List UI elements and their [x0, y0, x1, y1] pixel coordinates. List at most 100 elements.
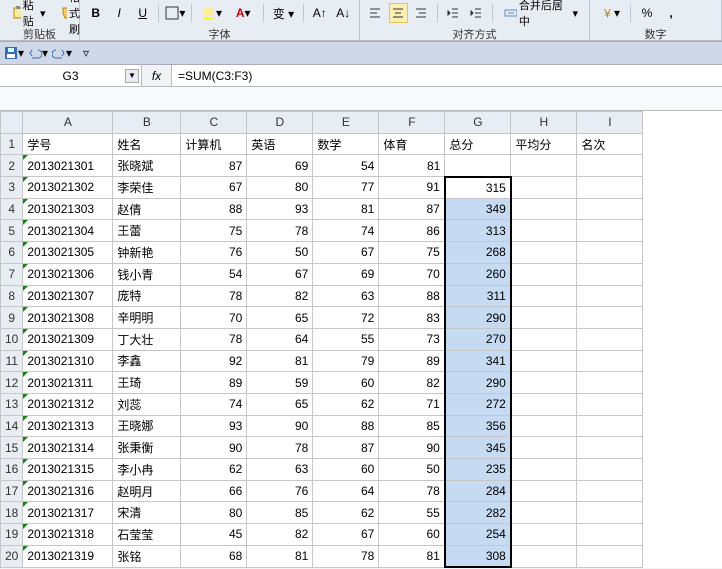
cell[interactable]	[577, 502, 643, 524]
name-box[interactable]: G3 ▼	[0, 65, 142, 86]
border-button[interactable]: ▾	[165, 3, 185, 23]
row-header-11[interactable]: 11	[1, 350, 23, 372]
cell[interactable]	[445, 155, 511, 177]
cell[interactable]: 钱小青	[113, 263, 181, 285]
cell[interactable]: 50	[247, 242, 313, 264]
header-cell[interactable]: 总分	[445, 133, 511, 155]
cell[interactable]: 64	[313, 480, 379, 502]
row-header-12[interactable]: 12	[1, 372, 23, 394]
cell[interactable]: 82	[247, 524, 313, 546]
cell[interactable]: 67	[247, 263, 313, 285]
cell[interactable]: 345	[445, 437, 511, 459]
font-color-button[interactable]: A▾	[230, 3, 257, 23]
cell[interactable]	[511, 328, 577, 350]
cell[interactable]: 70	[379, 263, 445, 285]
cell[interactable]: 74	[313, 220, 379, 242]
cell[interactable]	[577, 220, 643, 242]
cell[interactable]: 2013021318	[23, 524, 113, 546]
cell[interactable]: 庞特	[113, 285, 181, 307]
cell[interactable]: 311	[445, 285, 511, 307]
cell[interactable]: 2013021319	[23, 545, 113, 567]
cell[interactable]: 王蕾	[113, 220, 181, 242]
col-header-D[interactable]: D	[247, 112, 313, 134]
spreadsheet-grid[interactable]: ABCDEFGHI1学号姓名计算机英语数学体育总分平均分名次2201302130…	[0, 111, 722, 568]
row-header-15[interactable]: 15	[1, 437, 23, 459]
cell[interactable]: 59	[247, 372, 313, 394]
cell[interactable]: 63	[313, 285, 379, 307]
row-header-8[interactable]: 8	[1, 285, 23, 307]
cell[interactable]: 87	[379, 198, 445, 220]
cell[interactable]: 丁大壮	[113, 328, 181, 350]
cell[interactable]	[511, 198, 577, 220]
cell[interactable]: 2013021314	[23, 437, 113, 459]
cell[interactable]: 2013021308	[23, 307, 113, 329]
cell[interactable]: 83	[379, 307, 445, 329]
currency-button[interactable]: ￥▾	[596, 3, 624, 23]
cell[interactable]: 60	[379, 524, 445, 546]
cell[interactable]: 74	[181, 393, 247, 415]
select-all-cell[interactable]	[1, 112, 23, 134]
cell[interactable]: 90	[379, 437, 445, 459]
cell[interactable]	[577, 328, 643, 350]
cell[interactable]	[511, 459, 577, 481]
cell[interactable]: 2013021301	[23, 155, 113, 177]
qat-more-button[interactable]: ▿	[76, 43, 96, 63]
cell[interactable]: 75	[379, 242, 445, 264]
cell[interactable]: 88	[313, 415, 379, 437]
cell[interactable]: 78	[379, 480, 445, 502]
cell[interactable]: 54	[313, 155, 379, 177]
cell[interactable]: 88	[181, 198, 247, 220]
cell[interactable]: 81	[313, 198, 379, 220]
cell[interactable]: 89	[181, 372, 247, 394]
align-right-button[interactable]	[412, 3, 431, 23]
cell[interactable]: 82	[247, 285, 313, 307]
cell[interactable]: 2013021304	[23, 220, 113, 242]
col-header-C[interactable]: C	[181, 112, 247, 134]
cell[interactable]: 2013021302	[23, 177, 113, 199]
cell[interactable]: 65	[247, 307, 313, 329]
cell[interactable]: 93	[247, 198, 313, 220]
cell[interactable]: 89	[379, 350, 445, 372]
row-header-10[interactable]: 10	[1, 328, 23, 350]
cell[interactable]	[577, 393, 643, 415]
cell[interactable]: 69	[247, 155, 313, 177]
header-cell[interactable]: 学号	[23, 133, 113, 155]
cell[interactable]: 313	[445, 220, 511, 242]
cell[interactable]	[577, 263, 643, 285]
cell[interactable]: 王琦	[113, 372, 181, 394]
save-button[interactable]: ▾	[4, 43, 24, 63]
grow-font-button[interactable]: A↑	[310, 3, 329, 23]
cell[interactable]: 75	[181, 220, 247, 242]
cell[interactable]: 76	[247, 480, 313, 502]
cell[interactable]: 93	[181, 415, 247, 437]
cell[interactable]	[577, 524, 643, 546]
cell[interactable]	[511, 350, 577, 372]
row-header-20[interactable]: 20	[1, 545, 23, 567]
cell[interactable]: 87	[313, 437, 379, 459]
cell[interactable]: 张晓斌	[113, 155, 181, 177]
cell[interactable]: 62	[313, 393, 379, 415]
cell[interactable]: 315	[445, 177, 511, 199]
col-header-G[interactable]: G	[445, 112, 511, 134]
cell[interactable]: 60	[313, 459, 379, 481]
row-header-3[interactable]: 3	[1, 177, 23, 199]
shrink-font-button[interactable]: A↓	[334, 3, 353, 23]
cell[interactable]	[511, 242, 577, 264]
cell[interactable]: 85	[247, 502, 313, 524]
cell[interactable]	[511, 263, 577, 285]
cell[interactable]: 55	[379, 502, 445, 524]
cell[interactable]	[577, 242, 643, 264]
cell[interactable]: 63	[247, 459, 313, 481]
cell[interactable]: 66	[181, 480, 247, 502]
formula-input[interactable]: =SUM(C3:F3)	[172, 65, 722, 86]
cell[interactable]: 77	[313, 177, 379, 199]
cell[interactable]: 68	[181, 545, 247, 567]
cell[interactable]: 2013021305	[23, 242, 113, 264]
increase-indent-button[interactable]	[467, 3, 486, 23]
cell[interactable]	[511, 285, 577, 307]
cell[interactable]: 78	[313, 545, 379, 567]
cell[interactable]: 290	[445, 372, 511, 394]
cell[interactable]: 86	[379, 220, 445, 242]
cell[interactable]: 260	[445, 263, 511, 285]
cell[interactable]	[511, 372, 577, 394]
